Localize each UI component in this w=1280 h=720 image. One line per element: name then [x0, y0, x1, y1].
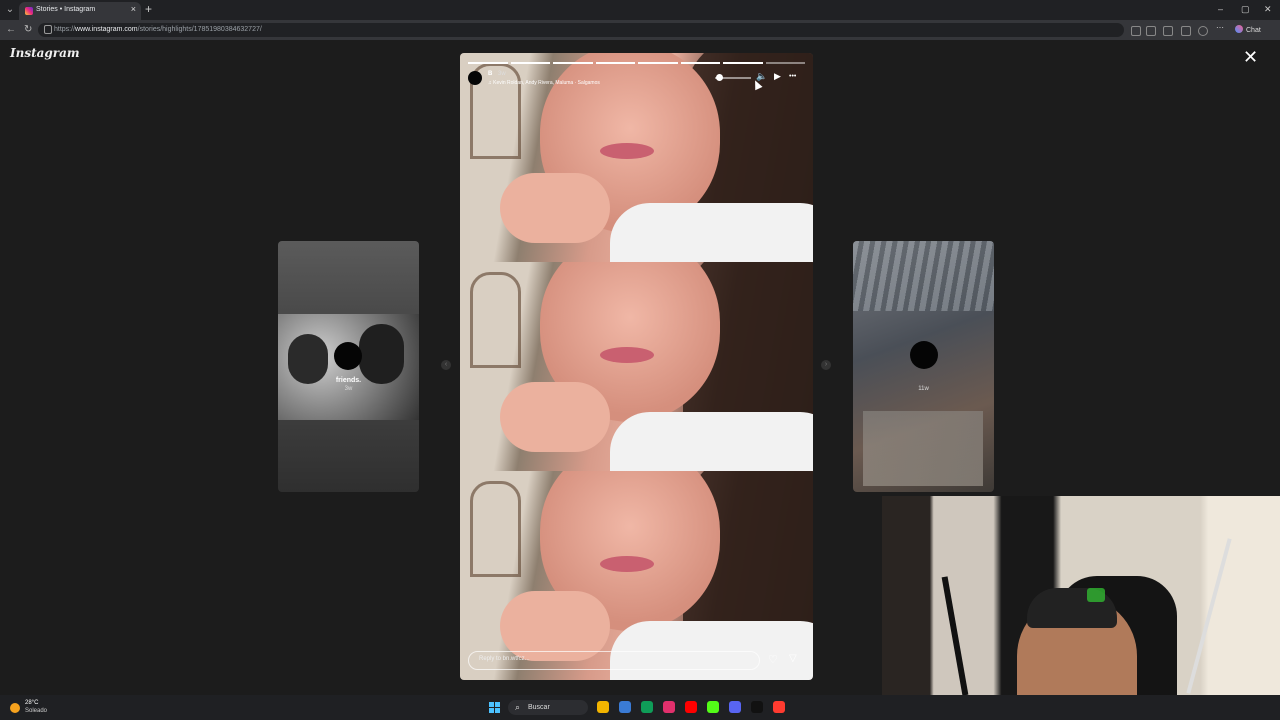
browser-tab-bar: ⌄ Stories • Instagram × + – ▢ ✕	[0, 0, 1280, 20]
previous-story-preview[interactable]: friends. 3w	[278, 241, 419, 492]
previous-story-name: friends.	[335, 377, 362, 384]
next-arrow-icon[interactable]: ›	[821, 360, 831, 370]
story-user-avatar[interactable]	[468, 71, 482, 85]
windows-taskbar: 28°C Soleado ⌕ Buscar	[0, 695, 1280, 720]
reload-icon[interactable]: ↻	[24, 24, 32, 35]
story-photo-2	[460, 262, 813, 471]
instagram-app-icon[interactable]	[663, 701, 675, 713]
story-music-label[interactable]: ♫ Kevin Roldan, Andy Rivera, Maluma · Sa…	[488, 80, 600, 86]
weather-sun-icon[interactable]	[10, 703, 20, 713]
story-progress-segment	[680, 62, 720, 64]
volume-slider-knob[interactable]	[716, 74, 723, 81]
tiktok-icon[interactable]	[751, 701, 763, 713]
new-tab-button[interactable]: +	[145, 2, 152, 16]
back-icon[interactable]: ←	[6, 24, 16, 35]
tab-search-icon[interactable]: ⌄	[4, 4, 16, 16]
extension-icon[interactable]	[1163, 26, 1173, 36]
story-progress-segment	[595, 62, 635, 64]
story-username[interactable]: B	[488, 71, 492, 77]
settings-more-icon[interactable]: ⋯	[1216, 23, 1224, 32]
story-progress-segment	[723, 62, 763, 64]
instagram-logo[interactable]: Instagram	[10, 46, 80, 60]
previous-story-avatar	[334, 342, 362, 370]
address-bar[interactable]: https://www.instagram.com/stories/highli…	[38, 23, 1124, 37]
window-close-button[interactable]: ✕	[1264, 4, 1272, 15]
favorites-icon[interactable]	[1181, 26, 1191, 36]
next-story-avatar	[910, 341, 938, 369]
previous-arrow-icon[interactable]: ‹	[441, 360, 451, 370]
story-progress-bar	[468, 62, 805, 64]
more-options-icon[interactable]: •••	[789, 73, 796, 80]
windows-start-icon[interactable]	[489, 702, 500, 713]
tab-close-icon[interactable]: ×	[131, 4, 136, 14]
weather-condition[interactable]: Soleado	[25, 708, 47, 714]
story-progress-segment	[638, 62, 678, 64]
window-maximize-button[interactable]: ▢	[1241, 4, 1250, 15]
profile-avatar-icon[interactable]	[1198, 26, 1208, 36]
razer-logo-icon	[1087, 588, 1105, 602]
bookmark-star-icon[interactable]	[1146, 26, 1156, 36]
next-story-preview[interactable]: 11w	[853, 241, 994, 492]
browser-toolbar: ← ↻ https://www.instagram.com/stories/hi…	[0, 20, 1280, 40]
play-icon[interactable]: ▶	[774, 71, 781, 82]
edge-browser-icon[interactable]	[641, 701, 653, 713]
reply-placeholder: Reply to bn.wtfcz...	[479, 656, 530, 662]
window-minimize-button[interactable]: –	[1218, 4, 1223, 14]
active-story[interactable]: B 3w ♫ Kevin Roldan, Andy Rivera, Maluma…	[460, 53, 813, 680]
browser-tab-instagram[interactable]: Stories • Instagram ×	[19, 2, 141, 20]
story-progress-segment	[765, 62, 805, 64]
tab-title: Stories • Instagram	[36, 6, 96, 13]
story-progress-segment	[510, 62, 550, 64]
search-label: Buscar	[528, 704, 550, 711]
youtube-icon[interactable]	[685, 701, 697, 713]
discord-icon[interactable]	[729, 701, 741, 713]
story-progress-segment	[553, 62, 593, 64]
story-progress-segment	[468, 62, 508, 64]
story-photo-3	[460, 471, 813, 680]
next-story-time: 11w	[918, 386, 929, 392]
close-stories-icon[interactable]: ✕	[1243, 48, 1258, 66]
copilot-chat-button[interactable]: Chat	[1235, 25, 1261, 34]
taskbar-search[interactable]: ⌕ Buscar	[508, 700, 588, 715]
reply-input[interactable]: Reply to bn.wtfcz...	[468, 651, 760, 670]
like-heart-icon[interactable]: ♡	[768, 653, 778, 666]
streamer-webcam-overlay	[882, 496, 1280, 720]
app-icon[interactable]	[619, 701, 631, 713]
file-explorer-icon[interactable]	[597, 701, 609, 713]
weather-temperature[interactable]: 28°C	[25, 700, 38, 706]
previous-story-time: 3w	[344, 386, 353, 392]
site-info-icon[interactable]	[44, 25, 52, 34]
search-icon: ⌕	[515, 702, 521, 712]
send-icon[interactable]: ▽	[789, 653, 797, 664]
app-icon-red[interactable]	[773, 701, 785, 713]
story-time: 3w	[498, 71, 506, 77]
kick-icon[interactable]	[707, 701, 719, 713]
instagram-favicon-icon	[25, 7, 33, 15]
url-text: https://www.instagram.com/stories/highli…	[54, 26, 262, 33]
install-app-icon[interactable]	[1131, 26, 1141, 36]
